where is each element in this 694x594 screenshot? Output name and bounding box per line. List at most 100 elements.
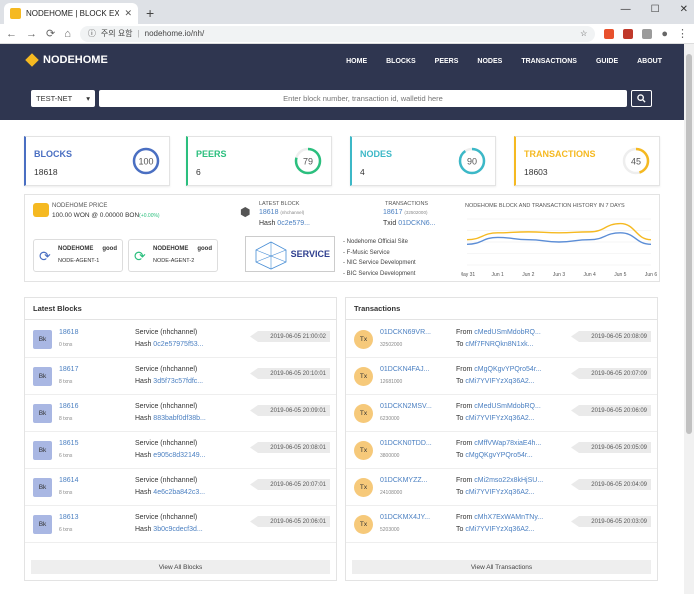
to-address-link[interactable]: cMi7YVIFYzXq36A2... — [465, 378, 534, 385]
stat-value: 18603 — [524, 167, 548, 177]
service-item[interactable]: - NIC Service Development — [343, 258, 435, 269]
reload-icon[interactable]: ⟳ — [46, 27, 55, 40]
back-icon[interactable]: ← — [6, 28, 17, 40]
hash-label: Hash — [135, 415, 152, 422]
caret-down-icon: ▾ — [86, 94, 90, 103]
transaction-icon: Tx — [354, 404, 373, 423]
from-address-link[interactable]: cMhX7ExWAMnTNy... — [474, 514, 543, 521]
tx-count-row: 18617 (32502000) — [383, 209, 427, 216]
block-service: Service (nhchannel) — [135, 477, 198, 484]
to-address-link[interactable]: cMgQKgvYPQro54r... — [465, 452, 532, 459]
page: NODEHOME HOME BLOCKS PEERS NODES TRANSAC… — [0, 44, 684, 594]
star-icon[interactable]: ☆ — [580, 29, 587, 38]
block-tx-count: 6 txns — [59, 453, 73, 459]
service-item[interactable]: - Nodehome Official Site — [343, 237, 435, 248]
hash-label: Hash — [135, 378, 152, 385]
stat-card-nodes[interactable]: NODES 4 90 — [350, 136, 496, 186]
block-tx-count: 0 txns — [59, 342, 73, 348]
block-number-link[interactable]: 18616 — [59, 403, 78, 410]
to-address-link[interactable]: cMf7FNRQkn8N1xk... — [465, 341, 533, 348]
service-item[interactable]: - F-Music Service — [343, 248, 435, 259]
tx-count-link[interactable]: 18617 — [383, 209, 402, 216]
block-number-link[interactable]: 18618 — [59, 329, 78, 336]
transaction-row: Tx 01DCKN2MSV... 6230000 From cMedUSmMdobRQ… — [346, 395, 657, 432]
minimize-icon[interactable]: — — [621, 4, 631, 15]
block-timestamp: 2019-06-05 20:07:01 — [250, 479, 330, 490]
from-address-link[interactable]: cMi2mso22x8kHjSU... — [474, 477, 543, 484]
view-all-blocks-button[interactable]: View All Blocks — [31, 560, 330, 574]
extension-icon[interactable] — [623, 28, 634, 39]
agent-card-2[interactable]: ⟳ NODEHOME good NODE-AGENT-2 — [128, 239, 218, 272]
stat-card-transactions[interactable]: TRANSACTIONS 18603 45 — [514, 136, 660, 186]
extension-icon[interactable] — [604, 28, 615, 39]
stat-card-blocks[interactable]: BLOCKS 18618 100 — [24, 136, 170, 186]
agent-card-1[interactable]: ⟳ NODEHOME good NODE-AGENT-1 — [33, 239, 123, 272]
network-select[interactable]: TEST-NET ▾ — [31, 90, 95, 107]
nav-about[interactable]: ABOUT — [637, 58, 662, 65]
service-item[interactable]: - BIC Service Development — [343, 269, 435, 280]
block-hash-link[interactable]: 3b0c9cdecf3d... — [153, 526, 202, 533]
browser-tab[interactable]: NODEHOME | BLOCK EXPLORER ✕ — [4, 3, 138, 24]
nav-home[interactable]: HOME — [346, 58, 367, 65]
transaction-icon: Tx — [354, 330, 373, 349]
txid-link[interactable]: 01DCKN6... — [398, 220, 435, 227]
block-number-link[interactable]: 18615 — [59, 440, 78, 447]
block-hash-link[interactable]: 883babf0df38b... — [153, 415, 206, 422]
ring-value: 100 — [138, 157, 153, 167]
tx-amount: 5203000 — [380, 527, 400, 533]
url-bar[interactable]: ⓘ 주의 요함 | nodehome.io/nh/ ☆ — [79, 25, 596, 42]
view-all-transactions-button[interactable]: View All Transactions — [352, 560, 651, 574]
to-address-link[interactable]: cMi7YVIFYzXq36A2... — [465, 526, 534, 533]
search-button[interactable] — [631, 90, 652, 107]
new-tab-icon[interactable]: + — [146, 5, 154, 21]
tx-id-link[interactable]: 01DCKN4FAJ... — [380, 366, 429, 373]
tx-id-link[interactable]: 01DCKN69VR... — [380, 329, 431, 336]
to-address-link[interactable]: cMi7YVIFYzXq36A2... — [465, 415, 534, 422]
nav-nodes[interactable]: NODES — [477, 58, 502, 65]
stat-card-peers[interactable]: PEERS 6 79 — [186, 136, 332, 186]
home-icon[interactable]: ⌂ — [64, 28, 71, 40]
forward-icon[interactable]: → — [26, 28, 37, 40]
extension-icon[interactable] — [642, 28, 653, 39]
from-address-link[interactable]: cMffVWap78xiaE4h... — [474, 440, 541, 447]
info-icon[interactable]: ⓘ — [88, 28, 96, 39]
close-tab-icon[interactable]: ✕ — [124, 8, 132, 19]
block-hash-link[interactable]: 0c2e57975f53... — [153, 341, 203, 348]
latest-block-link[interactable]: 18618 — [259, 209, 278, 216]
nav-blocks[interactable]: BLOCKS — [386, 58, 416, 65]
block-number-link[interactable]: 18617 — [59, 366, 78, 373]
x-tick-label: Jun 6 — [645, 272, 657, 278]
block-hash-link[interactable]: 3d5f73c57fdfc... — [153, 378, 203, 385]
profile-icon[interactable]: ● — [661, 28, 668, 40]
nav-peers[interactable]: PEERS — [435, 58, 459, 65]
nav-guide[interactable]: GUIDE — [596, 58, 618, 65]
from-address-link[interactable]: cMedUSmMdobRQ... — [474, 403, 541, 410]
block-hash-link[interactable]: 4e6c2ba842c3... — [153, 489, 205, 496]
block-row: Bk 18614 8 txns Service (nhchannel) Hash 4e6… — [25, 469, 336, 506]
tx-id-link[interactable]: 01DCKMX4JY... — [380, 514, 430, 521]
close-window-icon[interactable]: ✕ — [680, 4, 688, 15]
search-input[interactable] — [99, 90, 627, 107]
service-banner[interactable]: SERVICE — [245, 236, 335, 272]
maximize-icon[interactable]: ☐ — [651, 4, 660, 15]
to-address-link[interactable]: cMi7YVIFYzXq36A2... — [465, 489, 534, 496]
block-number-link[interactable]: 18613 — [59, 514, 78, 521]
block-number-link[interactable]: 18614 — [59, 477, 78, 484]
tx-id-link[interactable]: 01DCKN0TDD... — [380, 440, 432, 447]
to-label: To — [456, 489, 464, 496]
tx-timestamp: 2019-06-05 20:06:09 — [571, 405, 651, 416]
block-icon: Bk — [33, 441, 52, 460]
from-address-link[interactable]: cMgQKgvYPQro54r... — [474, 366, 541, 373]
stat-label: TRANSACTIONS — [524, 149, 596, 159]
from-address-link[interactable]: cMedUSmMdobRQ... — [474, 329, 541, 336]
nav-transactions[interactable]: TRANSACTIONS — [521, 58, 577, 65]
tx-id-link[interactable]: 01DCKMYZZ... — [380, 477, 427, 484]
block-service: Service (nhchannel) — [135, 329, 198, 336]
site-logo[interactable]: NODEHOME — [25, 53, 108, 67]
hash-link[interactable]: 0c2e579... — [277, 220, 310, 227]
tx-id-link[interactable]: 01DCKN2MSV... — [380, 403, 432, 410]
block-icon: Bk — [33, 367, 52, 386]
menu-icon[interactable]: ⋮ — [677, 27, 688, 40]
scrollbar-thumb[interactable] — [686, 54, 692, 434]
block-hash-link[interactable]: e905c8d32149... — [153, 452, 205, 459]
